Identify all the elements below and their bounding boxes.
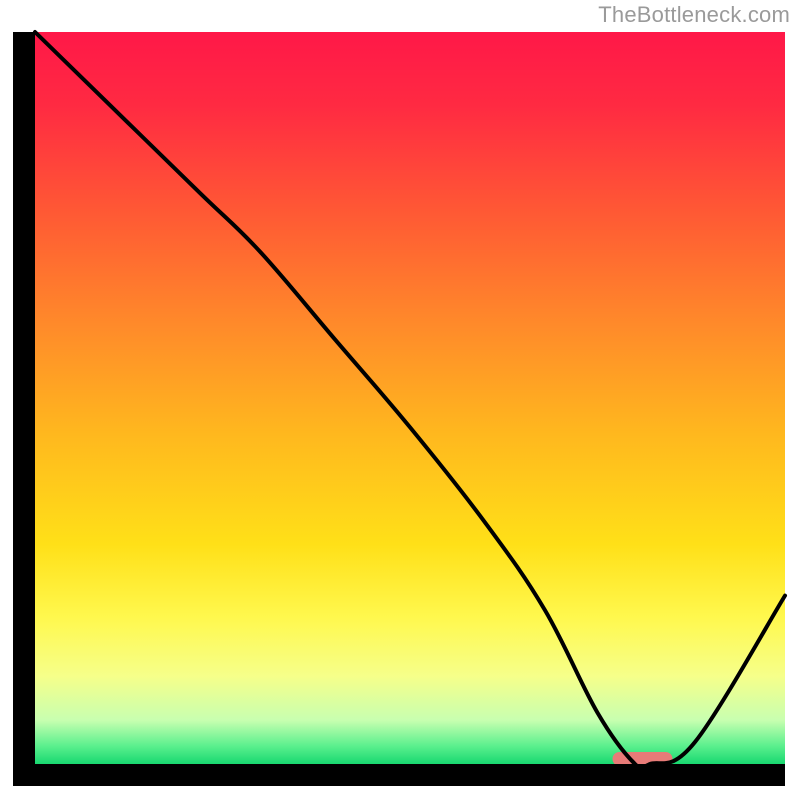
bottleneck-chart xyxy=(0,0,800,800)
watermark-text: TheBottleneck.com xyxy=(598,2,790,28)
x-axis xyxy=(13,764,785,786)
y-axis xyxy=(13,32,35,786)
chart-root: TheBottleneck.com xyxy=(0,0,800,800)
